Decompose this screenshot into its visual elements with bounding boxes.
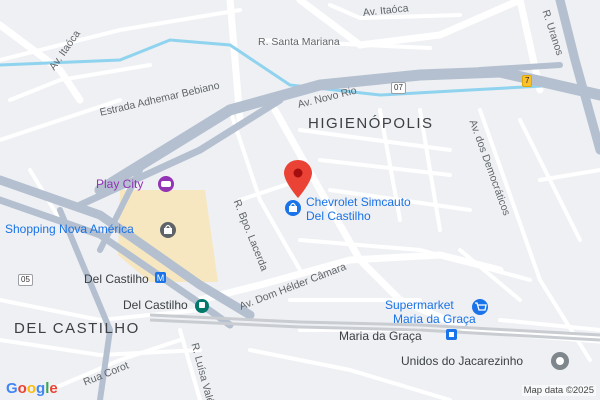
map-base-layer: M <box>0 0 600 400</box>
poi-label-unidos-do-jacarezinho[interactable]: Unidos do Jacarezinho <box>401 355 523 367</box>
train-station-icon <box>195 299 209 313</box>
metro-station-icon: M <box>155 272 166 283</box>
map-canvas[interactable]: M Av. Itaóca Av. Itaóca R. Santa Mariana… <box>0 0 600 400</box>
route-shield-07: 07 <box>391 82 406 94</box>
svg-text:M: M <box>157 273 165 283</box>
google-logo: Google <box>6 380 58 397</box>
route-shield-05: 05 <box>18 274 33 286</box>
shopping-bag-icon-chevrolet <box>285 200 301 216</box>
route-shield-7: 7 <box>522 75 533 87</box>
district-label-del-castilho: DEL CASTILHO <box>14 320 140 337</box>
poi-label-supermarket-line1[interactable]: Supermarket <box>385 299 454 311</box>
district-label-higienopolis: HIGIENÓPOLIS <box>308 115 434 132</box>
map-attribution[interactable]: Map data ©2025 <box>521 385 596 396</box>
poi-label-shopping-nova-america[interactable]: Shopping Nova América <box>5 223 134 235</box>
poi-label-chevrolet-line2[interactable]: Del Castilho <box>306 210 371 222</box>
poi-label-play-city[interactable]: Play City <box>96 178 143 190</box>
poi-label-del-castilho-metro[interactable]: Del Castilho <box>84 273 149 285</box>
poi-label-maria-da-graca[interactable]: Maria da Graça <box>339 330 422 342</box>
gamepad-icon <box>158 176 174 192</box>
street-label-r-santa-mariana: R. Santa Mariana <box>258 36 340 48</box>
train-icon-maria-graca <box>446 329 457 340</box>
poi-label-del-castilho-station[interactable]: Del Castilho <box>123 299 188 311</box>
landmark-icon <box>551 352 569 370</box>
shopping-bag-icon <box>160 222 176 238</box>
poi-label-chevrolet-line1[interactable]: Chevrolet Simcauto <box>306 196 411 208</box>
poi-label-supermarket-line2[interactable]: Maria da Graça <box>393 313 476 325</box>
